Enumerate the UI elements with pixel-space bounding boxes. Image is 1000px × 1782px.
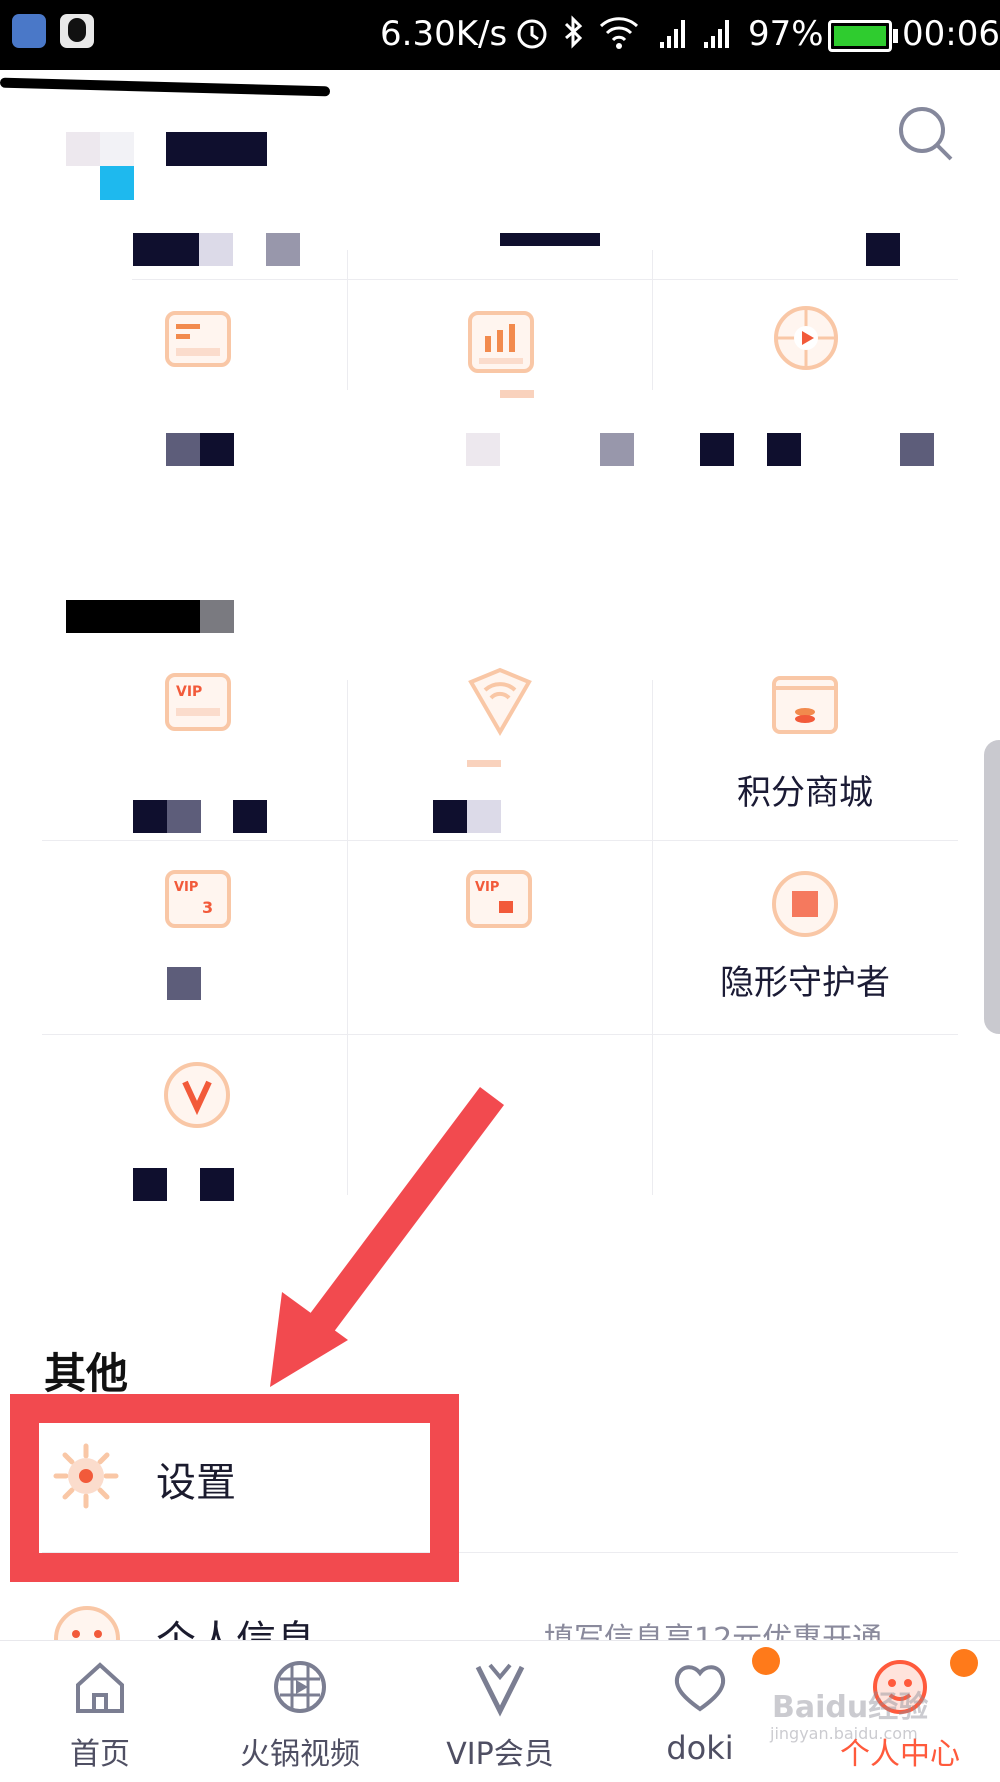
tab-home-label: 首页 (70, 1737, 130, 1772)
label-obscured (500, 390, 534, 398)
label-obscured (467, 760, 501, 767)
side-edge-handle[interactable] (984, 740, 1000, 1034)
hotpot-video-icon (274, 1661, 326, 1713)
watermark-url: jingyan.baidu.com (770, 1724, 918, 1743)
divider (132, 279, 958, 280)
label-obscured (133, 800, 167, 833)
network-speed: 6.30K/s (380, 14, 508, 54)
wifi-icon (598, 14, 640, 54)
header-decor-stroke (0, 77, 330, 97)
shop-coins-icon (770, 672, 840, 742)
gear-icon (52, 1442, 120, 1514)
label-obscured (167, 967, 201, 1000)
battery-icon (828, 20, 898, 52)
bar-chart-icon (467, 310, 535, 382)
label-obscured (200, 433, 234, 466)
stat-value-obscured-part (266, 233, 300, 266)
points-mall-label: 积分商城 (737, 773, 873, 813)
stat-value-obscured-part (199, 233, 233, 266)
section-title-obscured-part (200, 600, 234, 633)
tab-vip-label: VIP会员 (446, 1737, 554, 1772)
invisible-guardian-label: 隐形守护者 (720, 963, 890, 1003)
label-obscured (133, 1168, 167, 1201)
globe-play-icon (772, 304, 840, 376)
doki-icon (674, 1665, 726, 1712)
qq-app-icon (60, 14, 94, 48)
settings-row[interactable]: 设置 (40, 1420, 958, 1532)
svg-text:VIP: VIP (174, 880, 198, 895)
tab-hotpot-video[interactable]: 火锅视频 (200, 1641, 400, 1779)
vip-icon (475, 1663, 525, 1717)
label-obscured (700, 433, 734, 466)
vip-monthly-cell[interactable]: VIP (347, 855, 652, 1034)
label-obscured (233, 800, 267, 833)
grid1-cell-1[interactable] (132, 290, 347, 480)
vip-card-cell[interactable]: VIP (42, 660, 347, 840)
home-icon (76, 1662, 124, 1713)
card-icon (164, 310, 232, 374)
v-badge-icon (162, 1060, 232, 1134)
label-obscured (600, 433, 634, 466)
alarm-icon (515, 14, 549, 54)
vip-3day-icon: VIP 3 (164, 869, 232, 935)
tab-vip[interactable]: VIP会员 (400, 1641, 600, 1779)
tab-hotpot-video-label: 火锅视频 (240, 1737, 360, 1772)
clock-time: 00:06 (902, 14, 1000, 54)
stat-value-obscured (866, 233, 900, 266)
label-obscured (467, 800, 501, 833)
avatar[interactable] (66, 132, 134, 200)
label-obscured (466, 433, 500, 466)
other-section-title: 其他 (44, 1349, 129, 1398)
label-obscured (200, 1168, 234, 1201)
status-bar: 6.30K/s 97% 00:06 (0, 0, 1000, 70)
shield-app-icon (12, 14, 46, 48)
points-mall-cell[interactable]: 积分商城 (652, 660, 958, 840)
notification-dot (950, 1649, 978, 1677)
bluetooth-icon (562, 14, 586, 54)
username-obscured (166, 132, 267, 166)
label-obscured (433, 800, 467, 833)
invisible-guardian-cell[interactable]: 隐形守护者 (652, 855, 958, 1034)
tab-home[interactable]: 首页 (0, 1641, 200, 1779)
invisible-guardian-icon (770, 869, 840, 943)
signal-icon-2 (702, 14, 732, 54)
vip-card-icon: VIP (164, 672, 232, 738)
v-badge-cell[interactable] (42, 1040, 347, 1201)
wifi-shield-icon (465, 666, 535, 742)
settings-label: 设置 (156, 1460, 236, 1506)
notification-dot (752, 1647, 780, 1675)
divider (42, 1552, 958, 1553)
label-obscured (166, 433, 200, 466)
vip-monthly-icon: VIP (465, 869, 533, 935)
wifi-shield-cell[interactable] (347, 660, 652, 840)
label-obscured (167, 800, 201, 833)
svg-text:VIP: VIP (176, 684, 202, 700)
section-title-obscured (66, 600, 200, 633)
label-obscured (767, 433, 801, 466)
signal-icon-1 (658, 14, 688, 54)
divider (42, 1034, 958, 1035)
vip-3day-cell[interactable]: VIP 3 (42, 855, 347, 1034)
label-obscured (900, 433, 934, 466)
battery-percent: 97% (748, 14, 824, 54)
stat-value-obscured (133, 233, 199, 266)
divider (42, 840, 958, 841)
search-icon[interactable] (896, 104, 956, 168)
watermark-brand: Baidu经验 (772, 1690, 929, 1725)
stat-value-obscured (500, 233, 600, 246)
svg-text:3: 3 (202, 898, 213, 917)
svg-text:VIP: VIP (475, 880, 499, 895)
